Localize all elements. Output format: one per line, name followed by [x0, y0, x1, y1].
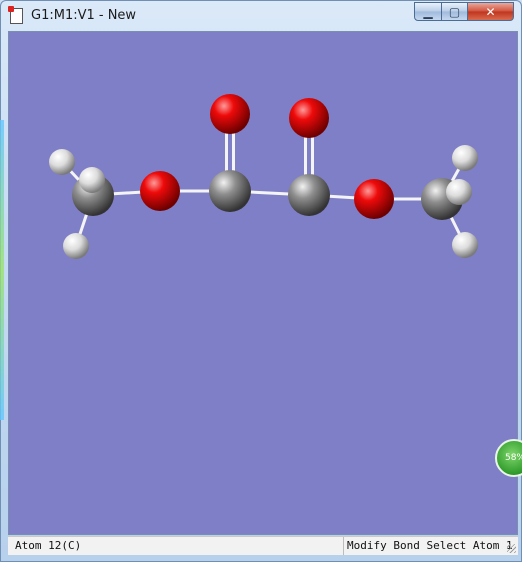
window-title: G1:M1:V1 - New	[31, 8, 137, 23]
atom-14-H[interactable]	[452, 232, 478, 258]
atom-8-C[interactable]	[288, 174, 330, 216]
bond-layer	[60, 112, 467, 248]
molecule-canvas[interactable]	[9, 32, 518, 535]
atom-7-O[interactable]	[210, 94, 250, 134]
atom-5-O[interactable]	[140, 171, 180, 211]
status-atom-info: Atom 12(C)	[8, 537, 344, 555]
title-bar[interactable]: G1:M1:V1 - New ▁ ▢ ✕	[1, 1, 521, 31]
atom-layer	[49, 94, 478, 259]
maximize-icon: ▢	[448, 4, 461, 19]
atom-10-O[interactable]	[354, 179, 394, 219]
atom-13-H[interactable]	[446, 179, 472, 205]
maximize-button[interactable]: ▢	[441, 2, 468, 21]
gaussview-document-icon	[8, 6, 23, 24]
minimize-icon: ▁	[423, 4, 433, 19]
desktop-edge	[0, 120, 4, 420]
atom-1-H[interactable]	[49, 149, 75, 175]
atom-11-H[interactable]	[452, 145, 478, 171]
progress-label: 58%	[505, 453, 522, 463]
resize-grip-icon[interactable]	[507, 544, 516, 553]
status-bar: Atom 12(C) Modify Bond Select Atom 1	[8, 536, 518, 555]
atom-2-H[interactable]	[79, 167, 105, 193]
atom-9-O[interactable]	[289, 98, 329, 138]
atom-6-C[interactable]	[209, 170, 251, 212]
close-icon: ✕	[485, 4, 496, 19]
gaussview-window: G1:M1:V1 - New ▁ ▢ ✕ Atom 12(C) Modify B…	[0, 0, 522, 562]
molecule-viewport[interactable]	[8, 31, 518, 535]
minimize-button[interactable]: ▁	[414, 2, 442, 21]
close-button[interactable]: ✕	[467, 2, 514, 21]
status-mode: Modify Bond Select Atom 1	[347, 539, 513, 552]
atom-3-H[interactable]	[63, 233, 89, 259]
